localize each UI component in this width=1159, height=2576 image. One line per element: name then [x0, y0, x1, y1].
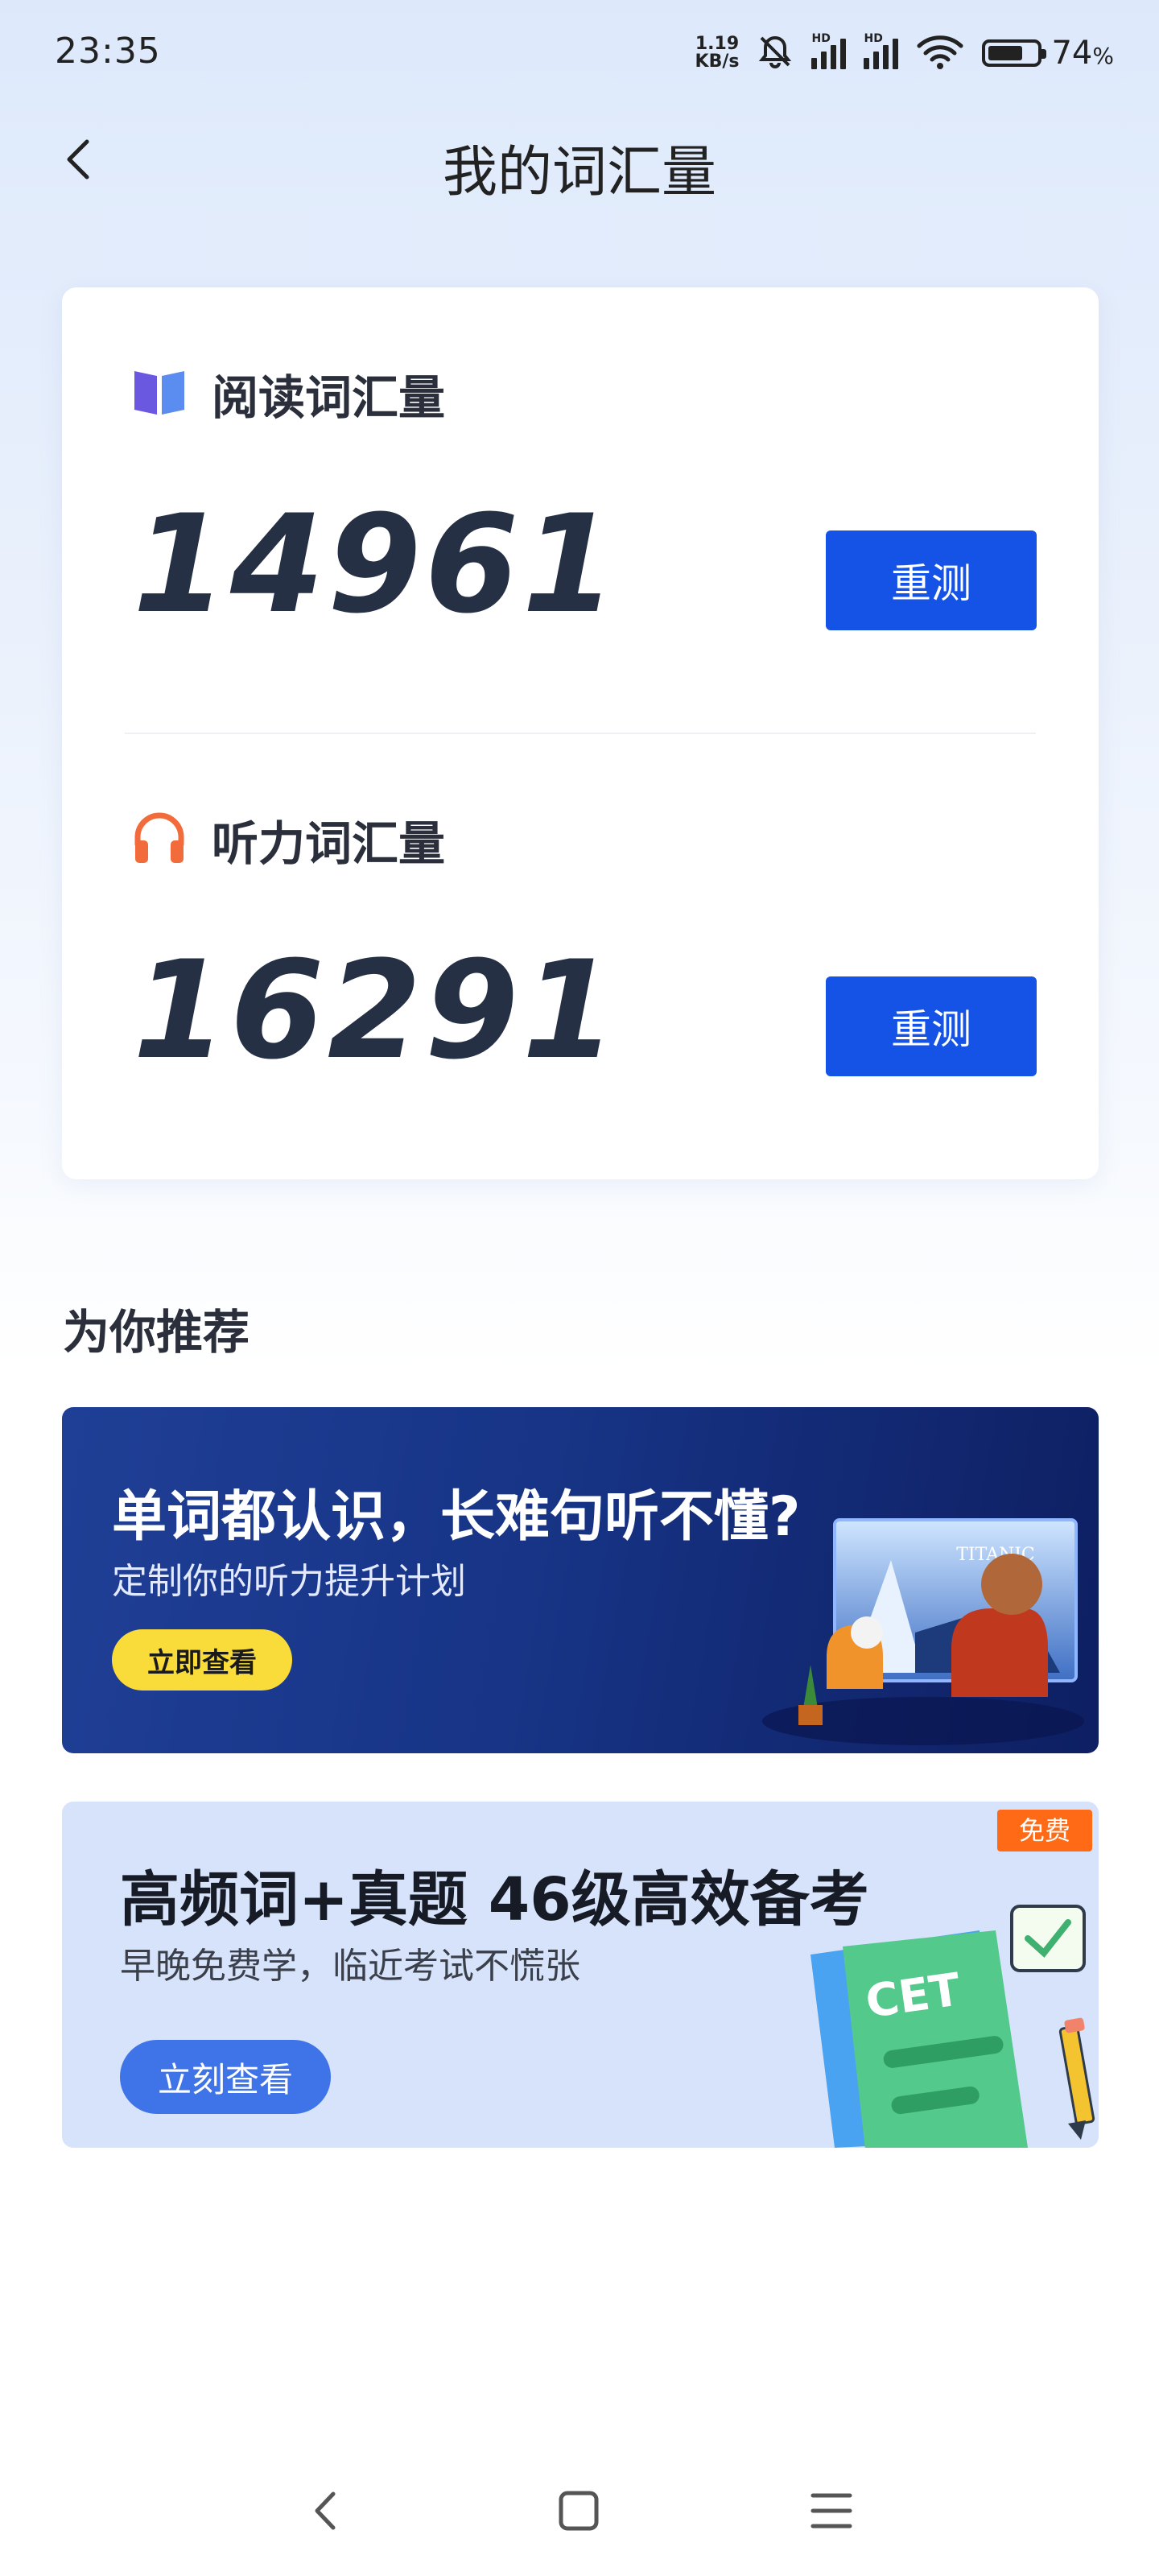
status-time: 23:35 [55, 31, 161, 72]
listening-vocab-value: 16291 [133, 931, 620, 1089]
nav-menu-button[interactable] [803, 2483, 860, 2539]
reading-vocab-header: 阅读词汇量 [131, 360, 445, 427]
hd-label: HD [864, 32, 883, 45]
mute-bell-icon [757, 33, 794, 73]
network-speed-unit: KB/s [695, 52, 740, 72]
free-badge: 免费 [997, 1810, 1092, 1852]
reading-vocab-label: 阅读词汇量 [212, 370, 446, 425]
hd-label: HD [811, 32, 831, 45]
system-nav-bar [0, 2463, 1159, 2552]
cet-banner[interactable]: 免费 高频词+真题 46级高效备考 早晚免费学，临近考试不慌张 立刻查看 CET [62, 1802, 1099, 2148]
listening-vocab-section: 听力词汇量 16291 重测 [62, 733, 1099, 1179]
nav-home-icon [559, 2491, 599, 2531]
view-immediately-button[interactable]: 立刻查看 [120, 2040, 331, 2114]
listening-vocab-header: 听力词汇量 [131, 806, 445, 873]
banner1-subtitle: 定制你的听力提升计划 [112, 1561, 466, 1602]
reading-vocab-value: 14961 [133, 485, 620, 643]
headphone-icon [131, 810, 188, 869]
network-speed-value: 1.19 [695, 34, 740, 54]
battery-percent: 74 [1051, 35, 1093, 72]
recommend-title: 为你推荐 [63, 1305, 250, 1360]
battery-icon: 74% [982, 35, 1114, 72]
retest-reading-button[interactable]: 重测 [826, 530, 1037, 630]
cinema-illustration: TITANIC [762, 1518, 1084, 1745]
nav-back-icon [315, 2491, 336, 2530]
cet-document-illustration: CET [810, 1905, 1095, 2148]
nav-back-button[interactable] [298, 2483, 354, 2539]
status-icons: 1.19 KB/s HD HD 74% [695, 31, 1114, 76]
signal-icon: HD [864, 32, 899, 69]
network-speed: 1.19 KB/s [695, 35, 740, 71]
reading-vocab-section: 阅读词汇量 14961 重测 [62, 287, 1099, 733]
battery-unit: % [1092, 43, 1114, 69]
signal-icon: HD [811, 32, 847, 69]
book-icon [131, 366, 188, 421]
banner2-subtitle: 早晚免费学，临近考试不慌张 [120, 1946, 580, 1987]
page-title: 我的词汇量 [442, 141, 716, 204]
view-now-button[interactable]: 立即查看 [112, 1629, 292, 1690]
listening-plan-banner[interactable]: 单词都认识，长难句听不懂? 定制你的听力提升计划 立即查看 TITANIC [62, 1407, 1099, 1753]
banner1-title: 单词都认识，长难句听不懂? [112, 1485, 801, 1549]
wifi-icon [916, 33, 964, 73]
status-bar: 23:35 1.19 KB/s HD HD 74% [0, 0, 1159, 105]
nav-menu-icon [810, 2493, 852, 2529]
retest-listening-button[interactable]: 重测 [826, 976, 1037, 1076]
banner2-title: 高频词+真题 46级高效备考 [120, 1865, 869, 1934]
listening-vocab-label: 听力词汇量 [212, 816, 446, 871]
nav-home-button[interactable] [551, 2483, 607, 2539]
vocab-card: 阅读词汇量 14961 重测 听力词汇量 16291 重测 [62, 287, 1099, 1179]
